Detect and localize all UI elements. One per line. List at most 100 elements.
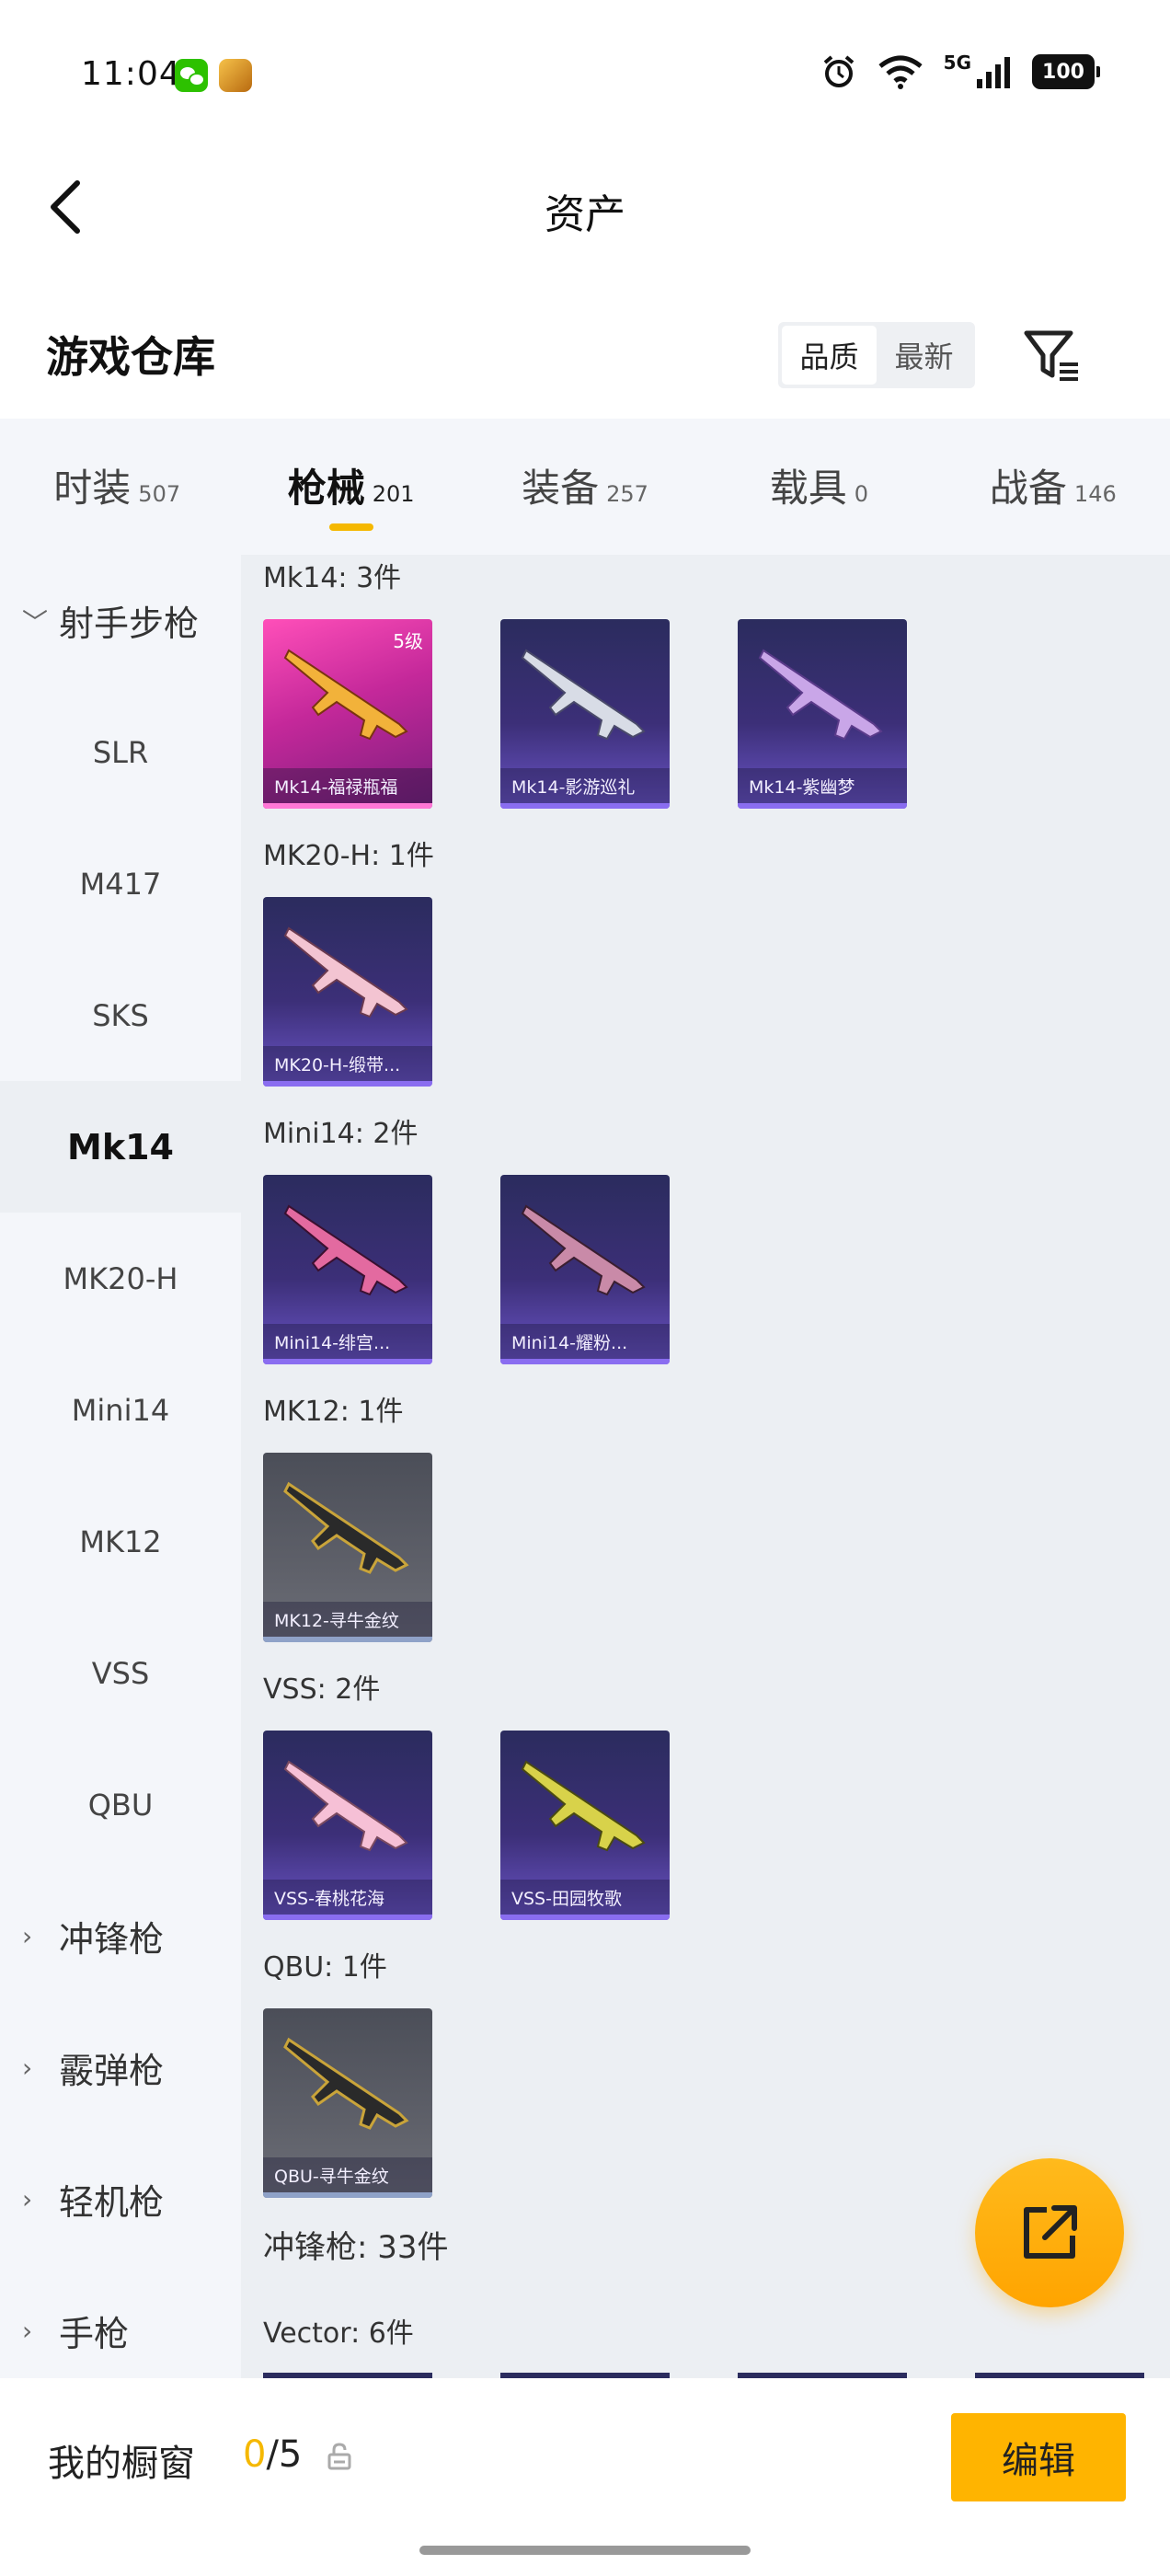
tab-count: 0 <box>854 481 869 507</box>
showcase-current: 0 <box>243 2433 267 2476</box>
sort-option-newest[interactable]: 最新 <box>877 326 971 385</box>
category-summary: 冲锋枪: 33件 <box>263 2229 449 2266</box>
skin-name-bar: Mk14-影游巡礼 <box>500 768 670 803</box>
skin-name: Mini14-绯宫... <box>274 1332 391 1353</box>
sidebar-group-lmg[interactable]: › 轻机枪 <box>0 2133 241 2265</box>
section-label: Mini14: 2件 <box>263 1118 419 1150</box>
skin-card[interactable]: Mini14-绯宫... <box>263 1175 432 1364</box>
rifle-icon <box>283 926 408 1018</box>
sidebar-group-label: 手枪 <box>59 2314 130 2354</box>
section-label: QBU: 1件 <box>263 1951 387 1984</box>
external-link-icon <box>1024 2205 1077 2259</box>
chevron-right-icon: › <box>22 1921 33 1951</box>
lock-icon <box>327 2443 351 2470</box>
skin-card[interactable]: VSS-春桃花海 <box>263 1731 432 1920</box>
tab-equipment[interactable]: 装备 257 <box>468 419 702 555</box>
skin-name-bar: VSS-春桃花海 <box>263 1880 432 1915</box>
sidebar-item-qbu[interactable]: QBU <box>0 1739 241 1870</box>
section-label: Vector: 6件 <box>263 2317 414 2350</box>
sidebar-group-marksman-rifles[interactable]: ﹀ 射手步枪 <box>0 555 241 686</box>
sidebar-item-mk12[interactable]: MK12 <box>0 1476 241 1607</box>
section-label: MK20-H: 1件 <box>263 840 434 872</box>
showcase-total: /5 <box>266 2433 303 2476</box>
rarity-strip <box>500 1359 670 1364</box>
alarm-icon <box>823 55 854 87</box>
skin-card[interactable]: VSS-田园牧歌 <box>500 1731 670 1920</box>
rarity-strip <box>500 1915 670 1920</box>
wechat-icon <box>175 59 208 92</box>
bottom-bar: 我的橱窗 0/5 编辑 <box>0 2378 1170 2576</box>
category-tabs: 时装 507 枪械 201 装备 257 载具 0 战备 146 <box>0 419 1170 555</box>
sidebar-item-m417[interactable]: M417 <box>0 818 241 949</box>
skin-card[interactable]: QBU-寻牛金纹 <box>263 2008 432 2198</box>
rarity-strip <box>738 803 907 809</box>
skin-name: Mk14-影游巡礼 <box>511 776 636 798</box>
rifle-icon <box>283 1204 408 1296</box>
skin-card[interactable]: 5级 Mk14-福禄瓶福 <box>263 619 432 809</box>
sidebar-group-shotgun[interactable]: › 霰弹枪 <box>0 2002 241 2133</box>
skin-name-bar: Mini14-绯宫... <box>263 1324 432 1359</box>
tab-count: 146 <box>1073 481 1117 507</box>
sidebar-item-mk20h[interactable]: MK20-H <box>0 1213 241 1344</box>
tab-label: 战备 <box>989 466 1067 511</box>
sidebar-item-sks[interactable]: SKS <box>0 949 241 1081</box>
skin-name-bar: MK12-寻牛金纹 <box>263 1602 432 1637</box>
skin-name-bar: VSS-田园牧歌 <box>500 1880 670 1915</box>
chevron-down-icon: ﹀ <box>22 606 49 638</box>
sidebar-group-label: 冲锋枪 <box>59 1919 165 1960</box>
status-time: 11:04 <box>81 55 181 93</box>
sort-option-quality[interactable]: 品质 <box>782 326 877 385</box>
skin-card[interactable]: MK12-寻牛金纹 <box>263 1453 432 1642</box>
skin-card[interactable]: MK20-H-缎带... <box>263 897 432 1087</box>
showcase-label: 我的橱窗 <box>48 2443 195 2485</box>
skin-name: VSS-田园牧歌 <box>511 1888 622 1909</box>
sidebar-group-smg[interactable]: › 冲锋枪 <box>0 1870 241 2002</box>
tab-label: 载具 <box>769 466 847 511</box>
edit-button[interactable]: 编辑 <box>951 2413 1126 2501</box>
rarity-strip <box>263 803 432 809</box>
tab-label: 装备 <box>522 466 600 511</box>
sidebar-item-mini14[interactable]: Mini14 <box>0 1344 241 1476</box>
tab-label: 时装 <box>53 466 132 511</box>
tab-count: 507 <box>138 481 181 507</box>
skin-name-bar: Mk14-福禄瓶福 <box>263 768 432 803</box>
status-bar: 11:04 5G 100 <box>0 0 1170 152</box>
sidebar-group-label: 射手步枪 <box>59 604 200 644</box>
skin-grid-area: Mk14: 3件 5级 Mk14-福禄瓶福 Mk14-影游巡礼 Mk14-紫幽梦… <box>241 555 1170 2378</box>
filter-button[interactable] <box>1021 326 1082 386</box>
rarity-strip <box>263 1359 432 1364</box>
skin-name: Mk14-福禄瓶福 <box>274 776 398 798</box>
sidebar-group-label: 轻机枪 <box>59 2182 165 2223</box>
skin-name-bar: MK20-H-缎带... <box>263 1046 432 1081</box>
rarity-strip <box>263 1915 432 1920</box>
tab-outfits[interactable]: 时装 507 <box>0 419 234 555</box>
warehouse-row: 游戏仓库 品质 最新 <box>0 304 1170 405</box>
sidebar-item-mk14[interactable]: Mk14 <box>0 1081 241 1213</box>
battery-level: 100 <box>1042 60 1084 84</box>
rifle-icon <box>521 1204 646 1296</box>
home-indicator[interactable] <box>419 2546 751 2555</box>
sidebar-group-label: 霰弹枪 <box>59 2051 165 2091</box>
share-fab[interactable] <box>975 2158 1124 2307</box>
rarity-strip <box>263 1081 432 1087</box>
rarity-strip <box>500 803 670 809</box>
section-label: VSS: 2件 <box>263 1673 381 1706</box>
tab-battle-prep[interactable]: 战备 146 <box>936 419 1170 555</box>
skin-name: QBU-寻牛金纹 <box>274 2166 389 2187</box>
skin-card[interactable]: Mk14-影游巡礼 <box>500 619 670 809</box>
rifle-icon <box>758 649 883 741</box>
tab-vehicles[interactable]: 载具 0 <box>702 419 935 555</box>
rifle-icon <box>283 2037 409 2130</box>
sidebar-item-vss[interactable]: VSS <box>0 1607 241 1739</box>
skin-name: Mk14-紫幽梦 <box>749 776 855 798</box>
sort-toggle: 品质 最新 <box>778 322 975 388</box>
skin-card[interactable]: Mini14-耀粉... <box>500 1175 670 1364</box>
sidebar-group-pistol[interactable]: › 手枪 <box>0 2265 241 2397</box>
skin-name: MK12-寻牛金纹 <box>274 1610 399 1631</box>
tab-firearms[interactable]: 枪械 201 <box>234 419 467 555</box>
rifle-icon <box>283 1481 409 1574</box>
page-title: 资产 <box>545 191 625 238</box>
skin-card[interactable]: Mk14-紫幽梦 <box>738 619 907 809</box>
sidebar-item-slr[interactable]: SLR <box>0 686 241 818</box>
skin-name-bar: QBU-寻牛金纹 <box>263 2157 432 2192</box>
